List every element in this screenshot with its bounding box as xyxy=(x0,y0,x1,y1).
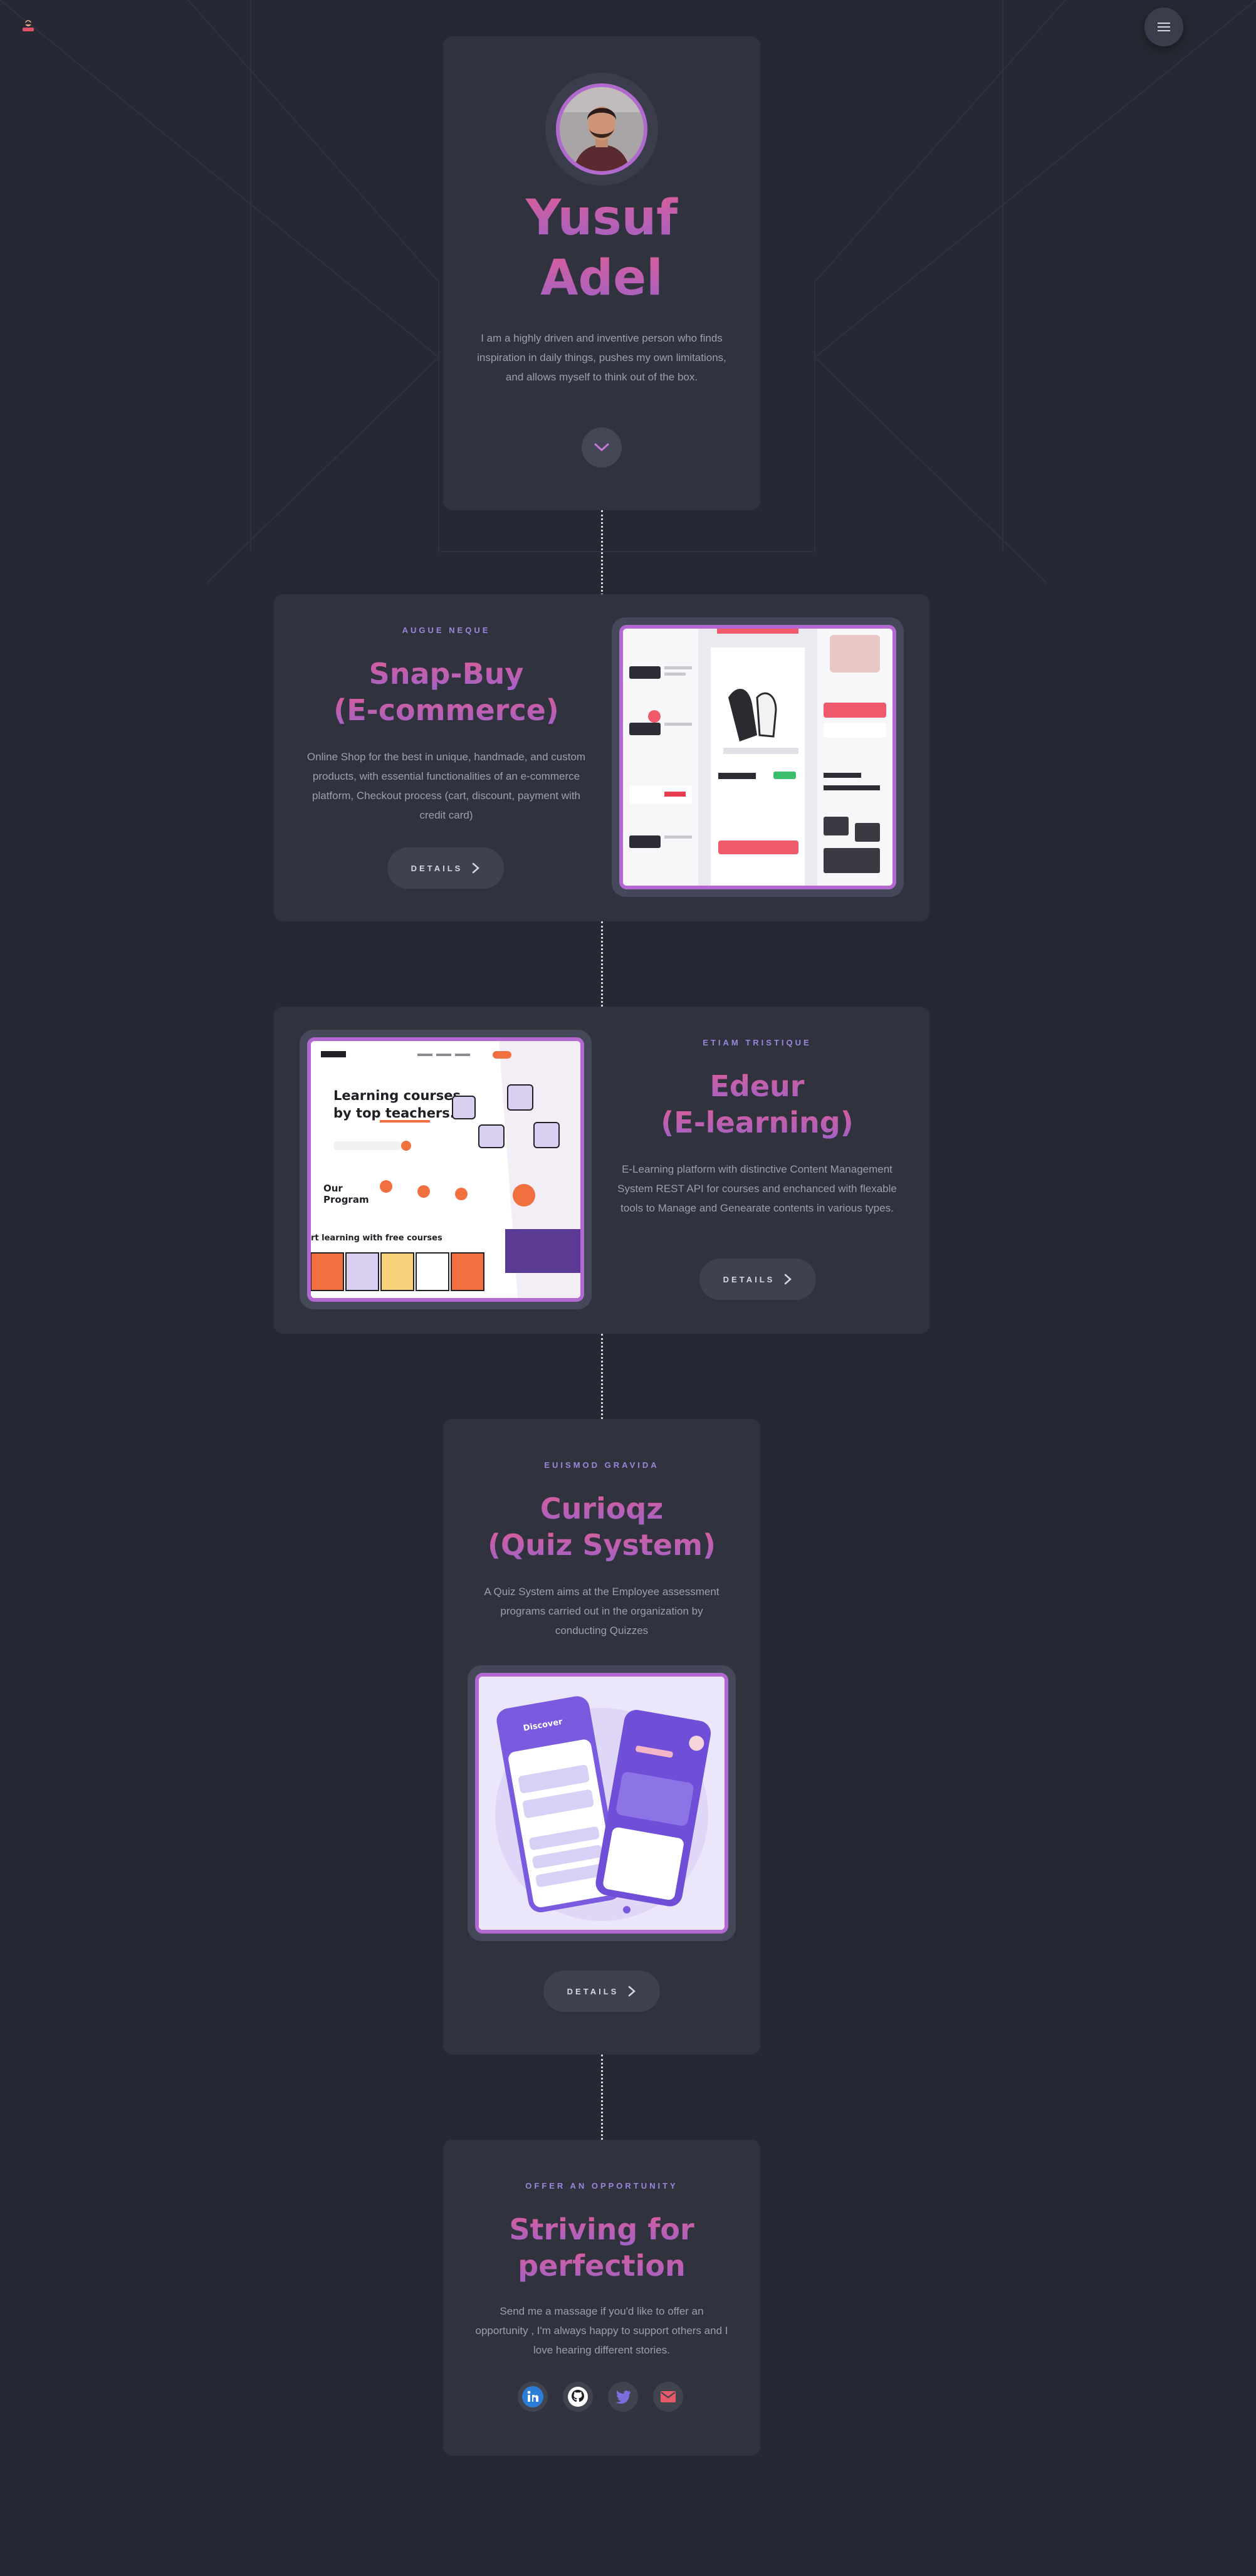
project-subtitle: (Quiz System) xyxy=(443,1527,760,1563)
twitter-link[interactable] xyxy=(608,2382,638,2412)
timeline-connector xyxy=(601,510,603,595)
project-title: Curioqz xyxy=(443,1490,760,1527)
details-button[interactable]: DETAILS xyxy=(543,1971,660,2012)
email-link[interactable] xyxy=(653,2382,683,2412)
project-screenshot-frame xyxy=(612,617,904,897)
project-title: Snap-Buy xyxy=(290,656,603,692)
github-icon xyxy=(568,2387,588,2407)
shot-heading: Learning courses xyxy=(333,1088,461,1103)
details-button-label: DETAILS xyxy=(723,1274,775,1284)
chevron-right-icon xyxy=(473,862,480,874)
logo-icon[interactable] xyxy=(20,19,36,33)
twitter-icon xyxy=(615,2390,631,2404)
social-links xyxy=(518,2382,683,2412)
svg-text:Program: Program xyxy=(323,1194,369,1205)
project-description: E-Learning platform with distinctive Con… xyxy=(617,1163,897,1214)
linkedin-link[interactable] xyxy=(518,2382,548,2412)
linkedin-icon xyxy=(522,2386,543,2407)
hamburger-icon xyxy=(1158,23,1170,31)
project-screenshot: Discover xyxy=(475,1673,728,1934)
scroll-down-button[interactable] xyxy=(582,427,622,468)
svg-text:Our: Our xyxy=(323,1183,343,1194)
avatar-ring xyxy=(545,73,658,186)
contact-title-2: perfection xyxy=(443,2248,760,2284)
contact-description: Send me a massage if you'd like to offer… xyxy=(475,2305,728,2356)
menu-button[interactable] xyxy=(1144,8,1183,46)
details-button[interactable]: DETAILS xyxy=(699,1259,816,1300)
shot-heading-2: by top teachers. xyxy=(333,1106,455,1121)
details-button-label: DETAILS xyxy=(411,863,463,873)
project-eyebrow: EUISMOD GRAVIDA xyxy=(544,1460,659,1470)
timeline-connector xyxy=(601,1334,603,1419)
details-button-label: DETAILS xyxy=(567,1986,619,1996)
quiz-preview: Discover xyxy=(479,1677,725,1930)
project-eyebrow: ETIAM TRISTIQUE xyxy=(703,1038,812,1047)
email-icon xyxy=(661,2391,676,2402)
github-link[interactable] xyxy=(563,2382,593,2412)
project-description: Online Shop for the best in unique, hand… xyxy=(306,751,586,821)
chevron-right-icon xyxy=(785,1274,792,1285)
chevron-right-icon xyxy=(629,1986,636,1997)
elearning-preview: Learning courses by top teachers. Our Pr… xyxy=(311,1041,580,1298)
project-subtitle: (E-learning) xyxy=(600,1104,914,1141)
avatar-photo xyxy=(560,87,644,171)
svg-text:rt learning with free courses: rt learning with free courses xyxy=(311,1233,442,1243)
details-button[interactable]: DETAILS xyxy=(387,847,504,889)
contact-eyebrow: OFFER AN OPPORTUNITY xyxy=(525,2181,678,2191)
timeline-connector xyxy=(601,921,603,1007)
project-screenshot-frame: Learning courses by top teachers. Our Pr… xyxy=(300,1030,592,1309)
ecommerce-preview xyxy=(623,629,892,886)
hero-first-name: Yusuf xyxy=(443,188,760,248)
project-screenshot-frame: Discover xyxy=(468,1665,736,1941)
avatar xyxy=(556,83,647,175)
chevron-down-icon xyxy=(594,443,609,451)
project-screenshot xyxy=(619,625,896,889)
project-title: Edeur xyxy=(600,1068,914,1104)
project-description: A Quiz System aims at the Employee asses… xyxy=(484,1586,720,1636)
hero-last-name: Adel xyxy=(443,248,760,308)
hero-bio: I am a highly driven and inventive perso… xyxy=(477,332,726,383)
project-eyebrow: AUGUE NEQUE xyxy=(402,626,491,635)
timeline-connector xyxy=(601,2055,603,2140)
project-subtitle: (E-commerce) xyxy=(290,692,603,728)
contact-title: Striving for xyxy=(443,2211,760,2248)
project-screenshot: Learning courses by top teachers. Our Pr… xyxy=(307,1037,584,1302)
